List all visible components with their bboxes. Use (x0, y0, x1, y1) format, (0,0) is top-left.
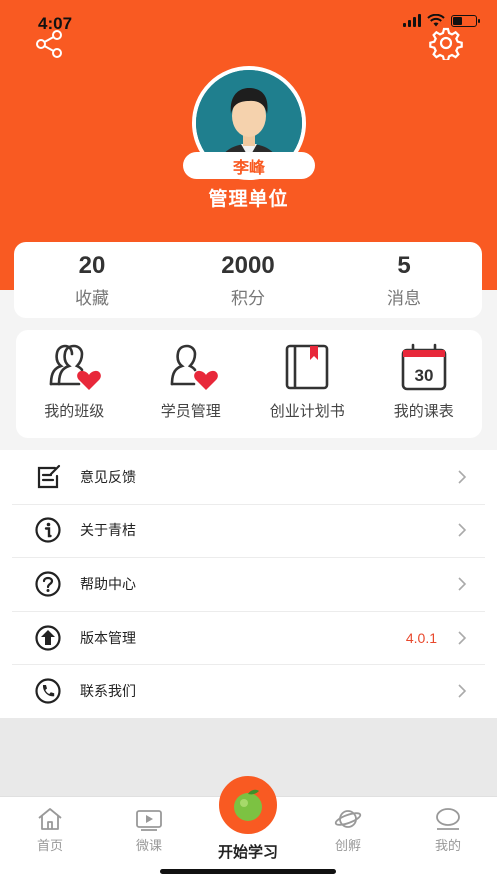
upload-icon (35, 624, 61, 651)
menu-item-contact[interactable]: 联系我们 (0, 664, 497, 718)
student-management-icon (170, 344, 218, 390)
profile-icon (436, 808, 460, 830)
menu-item-about[interactable]: 关于青桔 (0, 503, 497, 558)
phone-icon (35, 678, 61, 704)
menu-item-help[interactable]: 帮助中心 (0, 557, 497, 611)
feature-grid: 我的班级 学员管理 创业计划书 30 我的课表 (16, 330, 482, 438)
tab-incubation[interactable]: 创孵 (313, 807, 383, 854)
stat-points[interactable]: 2000 积分 (170, 242, 326, 318)
start-learning-button[interactable] (219, 776, 277, 834)
stat-messages[interactable]: 5 消息 (326, 242, 482, 318)
chevron-right-icon (458, 470, 467, 484)
feature-label: 学员管理 (160, 403, 221, 420)
share-button[interactable] (34, 28, 66, 60)
feedback-icon (37, 464, 61, 488)
home-indicator (160, 869, 336, 874)
stat-favorites[interactable]: 20 收藏 (14, 242, 170, 318)
chevron-right-icon (458, 631, 467, 645)
tab-label: 首页 (36, 838, 63, 853)
stat-value: 2000 (221, 251, 275, 279)
feature-student-management[interactable]: 学员管理 (133, 330, 250, 438)
help-icon (35, 571, 61, 597)
user-unit: 管理单位 (208, 189, 289, 210)
menu-label: 版本管理 (80, 629, 136, 646)
settings-menu: 意见反馈 关于青桔 帮助中心 版本管理 4.0.1 联系我们 (0, 450, 497, 718)
feature-label: 我的课表 (393, 403, 454, 420)
feature-label: 创业计划书 (269, 403, 345, 420)
battery-icon (451, 14, 480, 27)
business-plan-icon (285, 344, 329, 390)
stat-label: 消息 (387, 288, 421, 308)
menu-label: 帮助中心 (80, 575, 136, 592)
version-number: 4.0.1 (405, 629, 437, 646)
menu-item-version[interactable]: 版本管理 4.0.1 (0, 610, 497, 665)
feature-label: 我的班级 (44, 403, 105, 420)
tab-label: 微课 (135, 838, 162, 853)
planet-icon (334, 810, 362, 828)
user-name: 李峰 (183, 152, 315, 179)
info-icon (35, 517, 61, 543)
tab-mine[interactable]: 我的 (413, 807, 483, 854)
gear-icon (429, 27, 463, 62)
chevron-right-icon (458, 577, 467, 591)
calendar-day-text: 30 (414, 366, 433, 385)
feature-my-schedule[interactable]: 30 我的课表 (366, 330, 483, 438)
feature-business-plan[interactable]: 创业计划书 (249, 330, 366, 438)
stat-value: 20 (78, 251, 106, 279)
chevron-right-icon (458, 684, 467, 698)
stat-label: 积分 (231, 288, 265, 308)
tab-label: 我的 (434, 838, 461, 853)
tab-start-learning[interactable]: 开始学习 (206, 776, 290, 862)
chevron-right-icon (458, 523, 467, 537)
menu-label: 意见反馈 (80, 468, 136, 485)
settings-button[interactable] (429, 26, 463, 62)
tab-label: 创孵 (334, 838, 361, 853)
orange-fruit-icon (234, 789, 262, 821)
home-icon (38, 808, 62, 830)
class-icon (49, 344, 102, 390)
menu-label: 关于青桔 (80, 522, 136, 539)
stat-label: 收藏 (75, 288, 109, 308)
share-icon (36, 30, 62, 58)
tab-micro-course[interactable]: 微课 (114, 807, 184, 854)
feature-my-class[interactable]: 我的班级 (16, 330, 133, 438)
tab-home[interactable]: 首页 (15, 807, 85, 854)
signal-icon (403, 14, 421, 27)
stat-value: 5 (397, 251, 411, 279)
calendar-icon: 30 (401, 343, 447, 391)
stats-card: 20 收藏 2000 积分 5 消息 (14, 242, 482, 318)
video-icon (136, 810, 162, 831)
menu-label: 联系我们 (80, 683, 136, 700)
tab-label: 开始学习 (217, 844, 278, 861)
menu-item-feedback[interactable]: 意见反馈 (0, 450, 497, 504)
